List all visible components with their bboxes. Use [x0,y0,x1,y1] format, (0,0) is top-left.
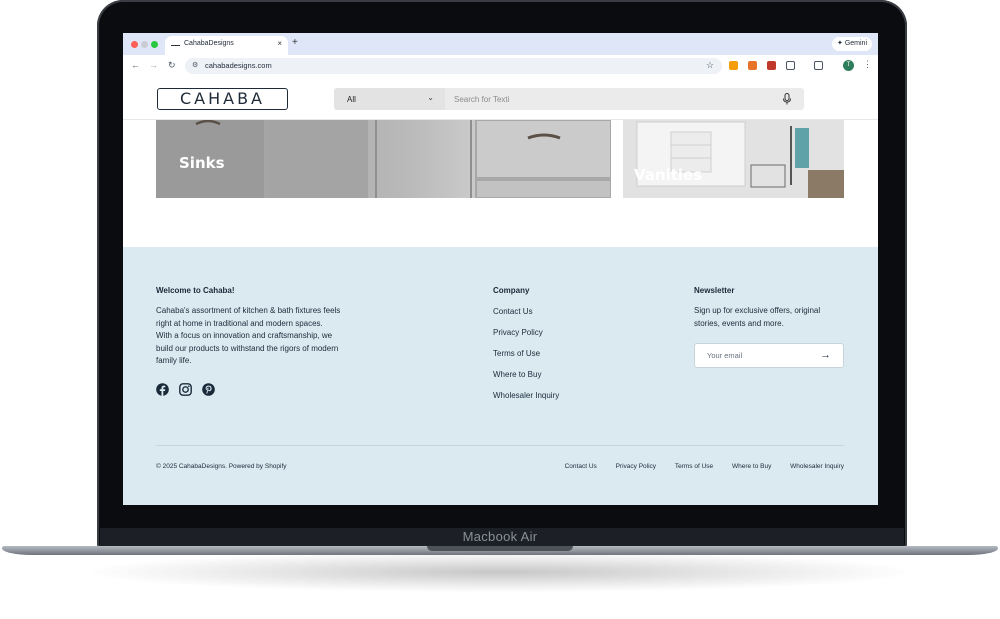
address-bar[interactable]: ⚙ cahabadesigns.com ☆ [185,58,722,74]
welcome-heading: Welcome to Cahaba! [156,286,235,295]
site-footer: Welcome to Cahaba! Cahaba's assortment o… [123,247,878,505]
reload-icon[interactable]: ↻ [168,60,176,71]
footer-bottom-links: Contact Us Privacy Policy Terms of Use W… [548,463,844,470]
newsletter-heading: Newsletter [694,286,735,295]
footer-link-contact-us[interactable]: Contact Us [493,307,533,316]
profile-avatar[interactable]: T [843,60,854,71]
footer-link-privacy-policy[interactable]: Privacy Policy [493,328,543,337]
vanities-illustration [623,120,844,198]
browser-window: CahabaDesigns × + ✦ Gemini ← → ↻ ⚙ cahab… [123,33,878,505]
extension-fox-icon[interactable] [748,61,757,70]
extension-metamask-icon[interactable] [729,61,738,70]
tab-strip: CahabaDesigns × + ✦ Gemini [123,33,878,55]
mockup-stage: Macbook Air CahabaDesigns × + ✦ Gemini ←… [0,0,1000,619]
chevron-down-icon: ⌄ [427,93,434,102]
bottom-link-wholesaler-inquiry[interactable]: Wholesaler Inquiry [790,463,844,470]
footer-link-where-to-buy[interactable]: Where to Buy [493,370,541,379]
extension-pdf-icon[interactable] [767,61,776,70]
site-settings-icon[interactable]: ⚙ [192,61,198,69]
search-category-value: All [347,95,356,104]
facebook-icon[interactable] [156,383,169,396]
category-label-sinks: Sinks [179,154,225,172]
footer-link-wholesaler-inquiry[interactable]: Wholesaler Inquiry [493,391,559,400]
search-input[interactable] [454,91,774,107]
newsletter-form: → [694,343,844,368]
copyright-text: © 2025 CahabaDesigns. Powered by Shopify [156,463,287,470]
url-text: cahabadesigns.com [205,61,272,70]
footer-divider [156,445,844,446]
laptop-shadow [90,552,910,592]
welcome-text: Cahaba's assortment of kitchen & bath fi… [156,306,341,365]
footer-link-terms-of-use[interactable]: Terms of Use [493,349,540,358]
bottom-link-where-to-buy[interactable]: Where to Buy [732,463,771,470]
cahaba-logo[interactable]: CAHABA [157,88,288,110]
newsletter-text: Sign up for exclusive offers, original s… [694,306,821,328]
more-menu-icon[interactable]: ⋮ [863,59,872,70]
subscribe-arrow-icon[interactable]: → [820,349,831,361]
bookmark-star-icon[interactable]: ☆ [706,60,714,71]
tab-title: CahabaDesigns [184,40,234,47]
tab-cahabadesigns[interactable]: CahabaDesigns × [165,36,288,55]
gemini-button[interactable]: ✦ Gemini [832,37,872,51]
microphone-icon[interactable] [782,93,792,105]
back-arrow-icon[interactable]: ← [131,60,140,70]
tab-close-icon[interactable]: × [277,39,282,48]
extensions-puzzle-icon[interactable] [786,61,795,70]
laptop-notch [427,546,573,551]
forward-arrow-icon[interactable]: → [149,60,158,70]
window-close-button[interactable] [131,41,138,48]
company-heading: Company [493,286,530,295]
instagram-icon[interactable] [179,383,192,396]
bottom-link-privacy-policy[interactable]: Privacy Policy [616,463,656,470]
site-header: CAHABA All ⌄ [123,77,878,120]
device-label: Macbook Air [462,529,538,544]
new-tab-button[interactable]: + [292,37,298,48]
toolbar: ← → ↻ ⚙ cahabadesigns.com ☆ T ⋮ [123,55,878,77]
window-zoom-button[interactable] [151,41,158,48]
category-tile-sinks[interactable]: Sinks [156,120,611,198]
category-label-vanities: Vanities [634,166,703,184]
category-tile-vanities[interactable]: Vanities [623,120,844,198]
window-minimize-button[interactable] [141,41,148,48]
search-bar: All ⌄ [334,88,804,110]
email-input[interactable] [707,349,817,362]
bottom-link-terms-of-use[interactable]: Terms of Use [675,463,713,470]
search-category-select[interactable]: All ⌄ [334,88,445,110]
pinterest-icon[interactable] [202,383,215,396]
bottom-link-contact-us[interactable]: Contact Us [565,463,597,470]
screenshot-tool-icon[interactable] [814,61,823,70]
favicon-icon [171,45,180,46]
